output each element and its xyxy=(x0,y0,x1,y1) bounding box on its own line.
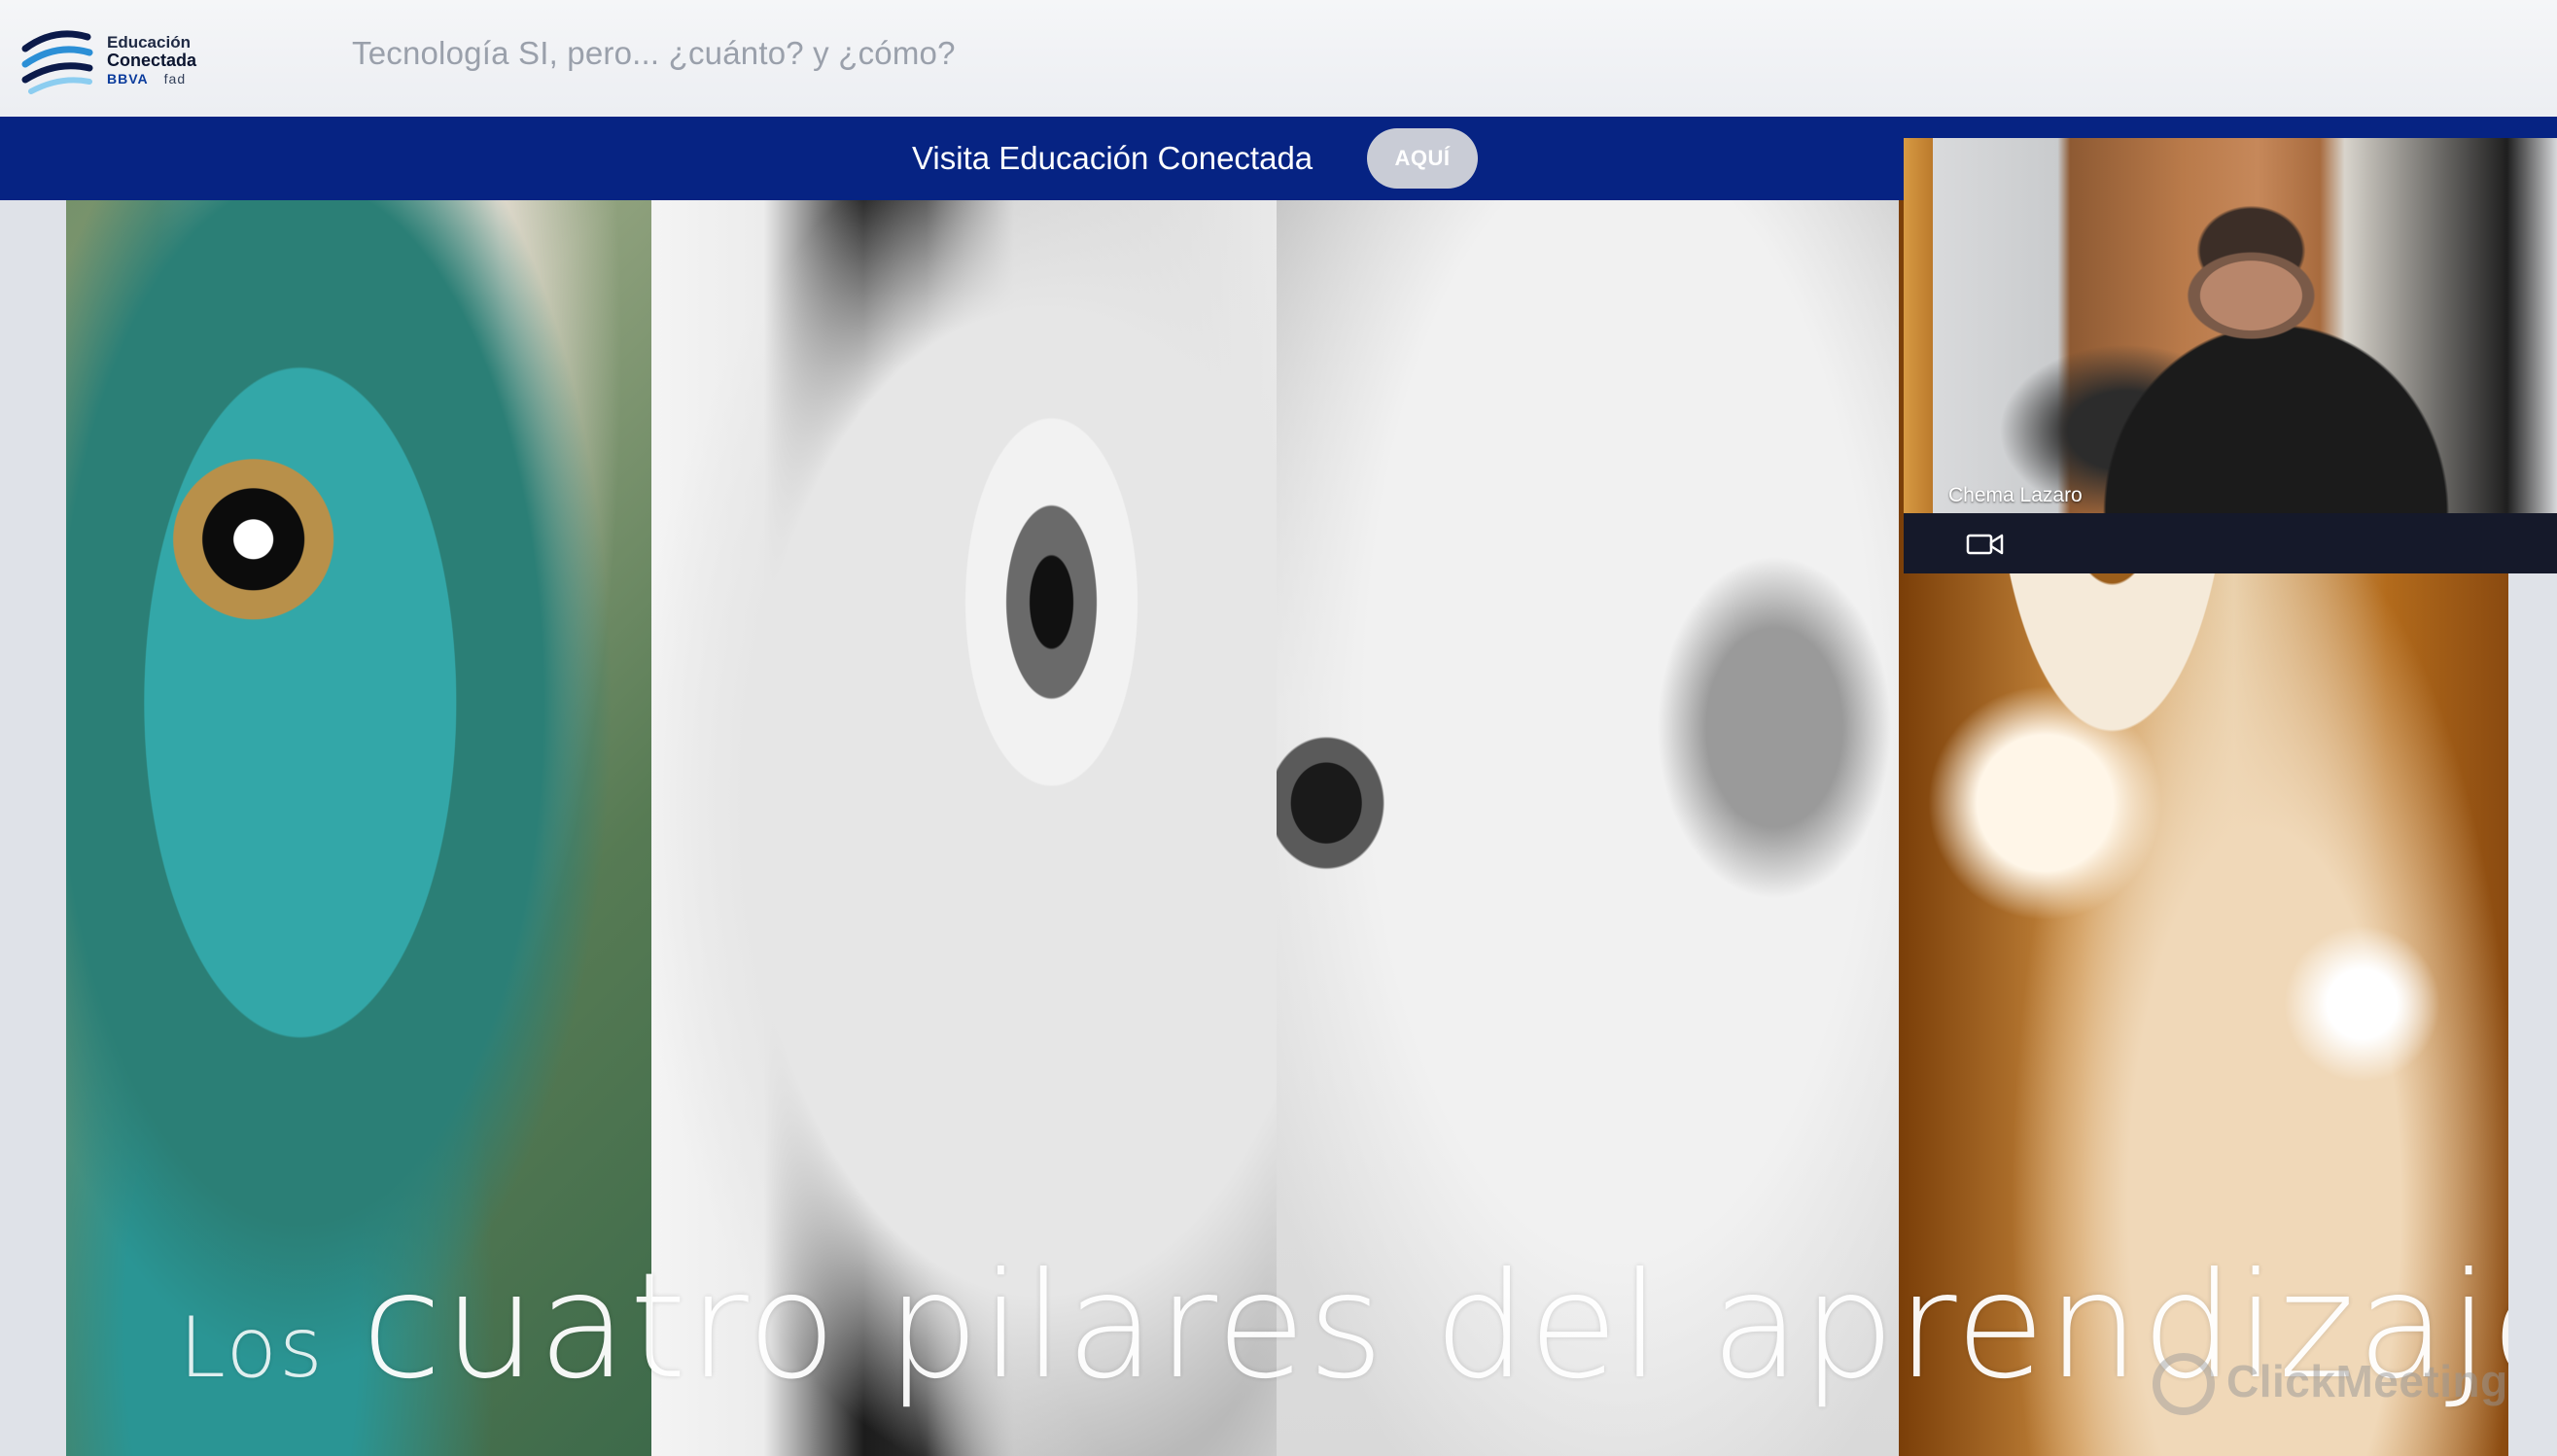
logo-wordmark: Educación Conectada BBVA fad xyxy=(107,33,196,88)
brand-fad: fad xyxy=(163,71,187,87)
participant-name: Chema Lazaro xyxy=(1948,484,2083,506)
webinar-window: Educación Conectada BBVA fad Tecnología S… xyxy=(0,0,2557,1456)
aqui-button[interactable]: AQUÍ xyxy=(1367,128,1478,189)
slide-title-los: Los xyxy=(179,1300,325,1397)
logo-stripes-icon xyxy=(21,30,93,94)
webcam-left-edge xyxy=(1904,138,1933,513)
brand-bbva: BBVA xyxy=(107,71,149,87)
educacion-conectada-logo[interactable]: Educación Conectada BBVA fad xyxy=(21,21,216,95)
video-camera-icon[interactable] xyxy=(1966,531,2005,558)
promo-text: Visita Educación Conectada xyxy=(912,140,1314,176)
logo-line-educacion: Educación xyxy=(107,33,191,52)
logo-line-brands: BBVA fad xyxy=(107,70,196,88)
webcam-presenter xyxy=(1933,138,2557,513)
webinar-title: Tecnología SI, pero... ¿cuánto? y ¿cómo? xyxy=(352,35,956,71)
top-header: Educación Conectada BBVA fad Tecnología S… xyxy=(0,0,2557,117)
clickmeeting-logo-icon xyxy=(2153,1353,2215,1415)
clickmeeting-watermark: ClickMeeting xyxy=(2226,1356,2508,1406)
logo-line-conectada: Conectada xyxy=(107,51,197,70)
